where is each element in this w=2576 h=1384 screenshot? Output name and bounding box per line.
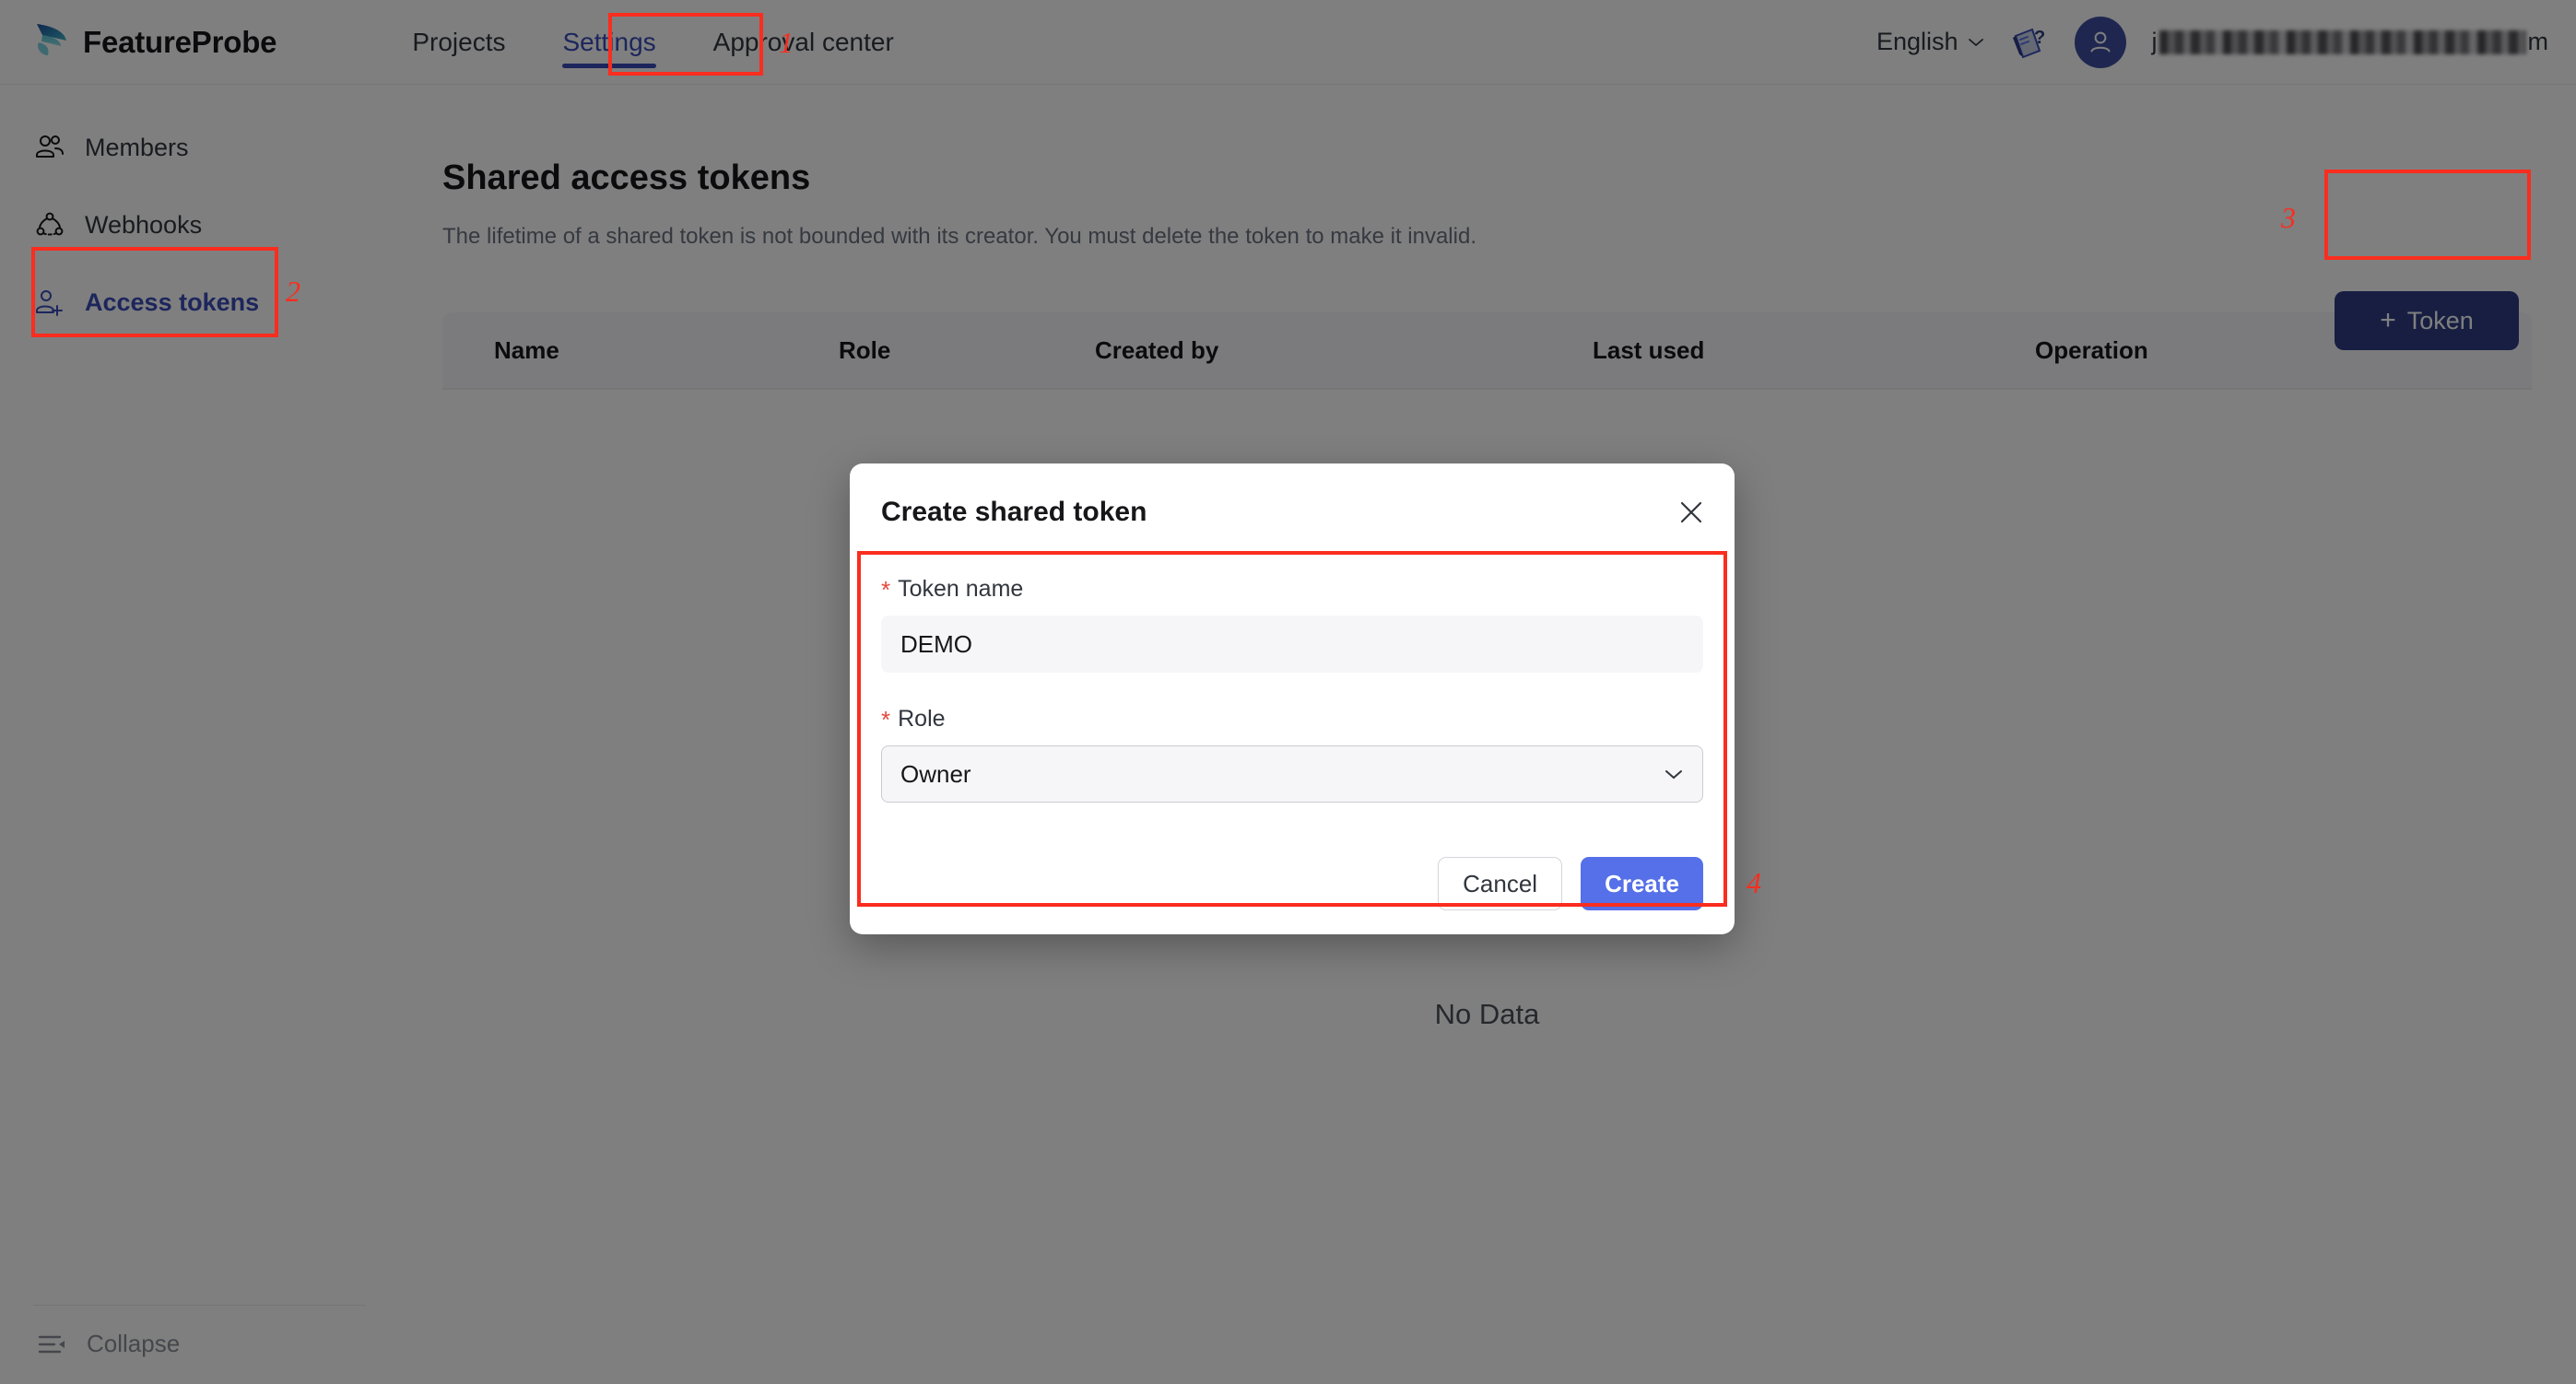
application-root: FeatureProbe Projects Settings Approval …	[0, 0, 2576, 1384]
role-select[interactable]: Owner	[881, 745, 1703, 803]
create-token-form: * Token name * Role Owner	[850, 561, 1735, 803]
create-shared-token-dialog: Create shared token * Token name * Role …	[850, 463, 1735, 934]
required-star-token-name: *	[881, 578, 890, 602]
create-button[interactable]: Create	[1581, 857, 1703, 910]
chevron-down-icon	[1664, 768, 1684, 780]
required-star-role: *	[881, 708, 890, 732]
token-name-input[interactable]	[881, 616, 1703, 673]
dialog-title: Create shared token	[881, 497, 1147, 528]
token-name-label: Token name	[898, 576, 1023, 603]
token-name-label-row: * Token name	[881, 576, 1703, 603]
role-label: Role	[898, 706, 945, 733]
close-icon	[1677, 498, 1705, 526]
cancel-button[interactable]: Cancel	[1438, 857, 1562, 910]
form-spacer	[881, 673, 1703, 706]
dialog-header: Create shared token	[850, 463, 1735, 561]
dialog-footer: Cancel Create	[1438, 857, 1703, 910]
close-dialog-button[interactable]	[1672, 493, 1711, 532]
role-select-value: Owner	[900, 760, 971, 789]
role-label-row: * Role	[881, 706, 1703, 733]
